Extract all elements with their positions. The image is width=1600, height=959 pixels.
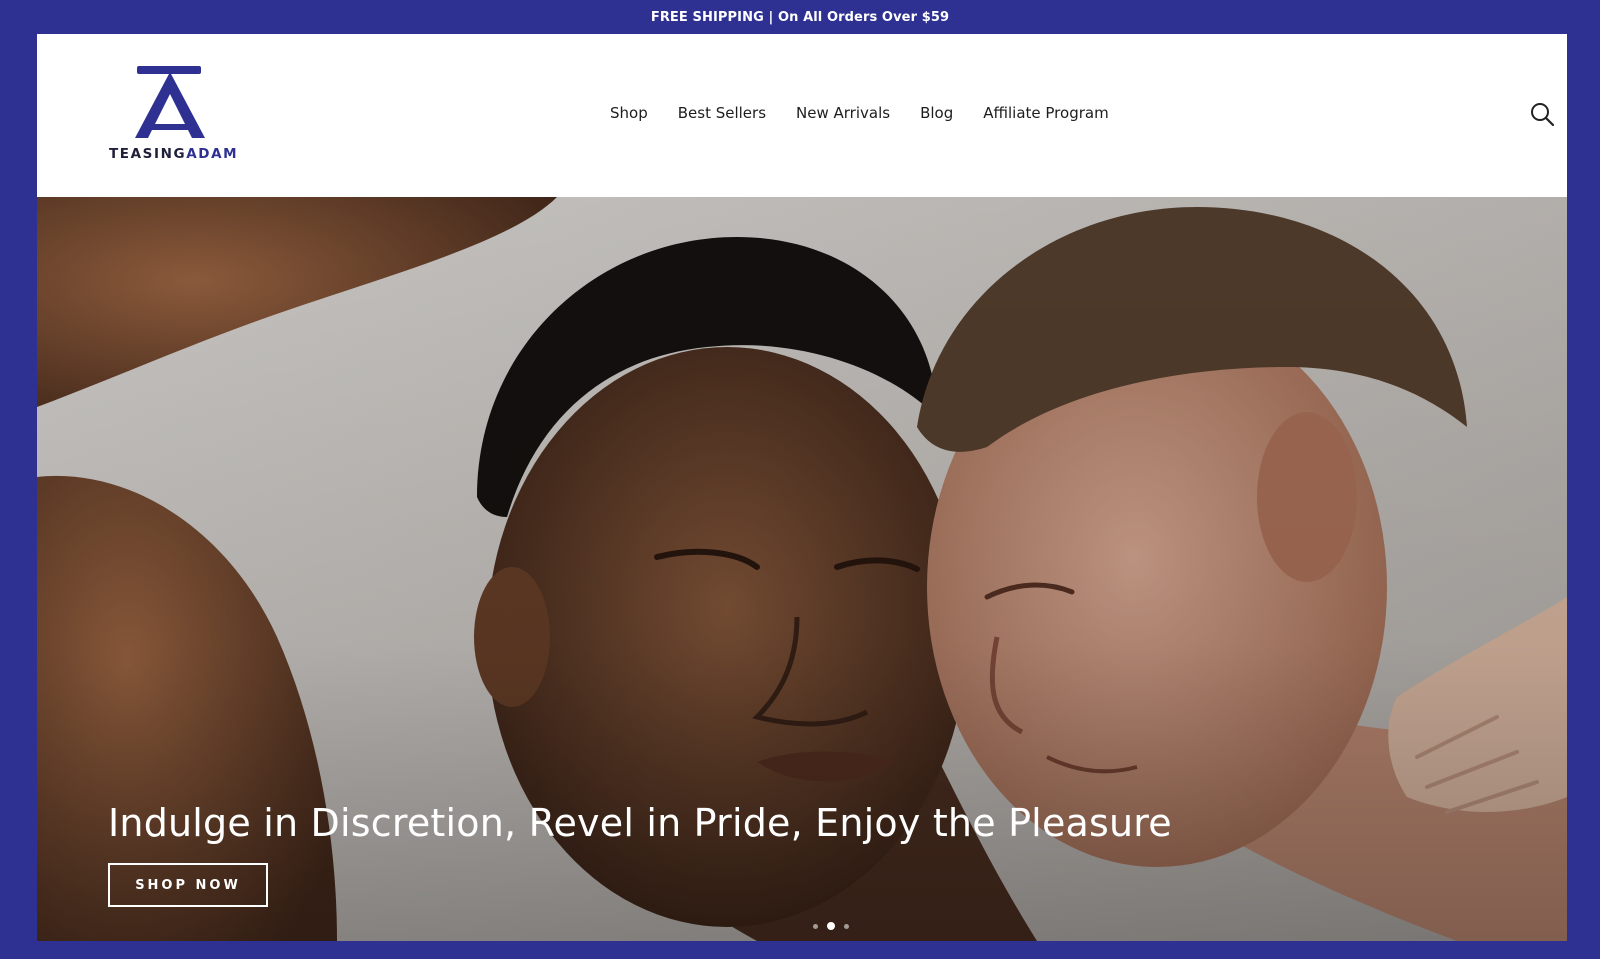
slider-dot-2[interactable]	[827, 922, 835, 930]
nav-item-best-sellers[interactable]: Best Sellers	[663, 104, 781, 122]
brand-word-dark: TEASING	[109, 146, 187, 162]
nav-item-affiliate-program[interactable]: Affiliate Program	[968, 104, 1123, 122]
hero-heading: Indulge in Discretion, Revel in Pride, E…	[108, 801, 1172, 845]
slider-dots	[813, 922, 849, 930]
brand-word-accent: ADAM	[186, 146, 239, 162]
search-button[interactable]	[1529, 101, 1555, 127]
announcement-bar: FREE SHIPPING | On All Orders Over $59	[0, 0, 1600, 34]
page-frame: TEASINGADAM Shop Best Sellers New Arriva…	[37, 34, 1567, 941]
main-nav: Shop Best Sellers New Arrivals Blog Affi…	[595, 104, 1124, 122]
brand-logo-icon	[135, 66, 205, 138]
announcement-text: FREE SHIPPING | On All Orders Over $59	[650, 9, 950, 25]
site-header: TEASINGADAM Shop Best Sellers New Arriva…	[37, 34, 1567, 197]
nav-item-blog[interactable]: Blog	[905, 104, 968, 122]
shop-now-button[interactable]: SHOP NOW	[108, 863, 268, 907]
slider-dot-3[interactable]	[844, 923, 849, 929]
brand-wordmark: TEASINGADAM	[109, 146, 238, 162]
slider-dot-1[interactable]	[813, 923, 818, 929]
nav-item-shop[interactable]: Shop	[595, 104, 663, 122]
search-icon	[1531, 103, 1555, 127]
hero-banner: Indulge in Discretion, Revel in Pride, E…	[37, 197, 1567, 941]
nav-item-new-arrivals[interactable]: New Arrivals	[781, 104, 905, 122]
brand-logo[interactable]: TEASINGADAM	[109, 66, 237, 166]
